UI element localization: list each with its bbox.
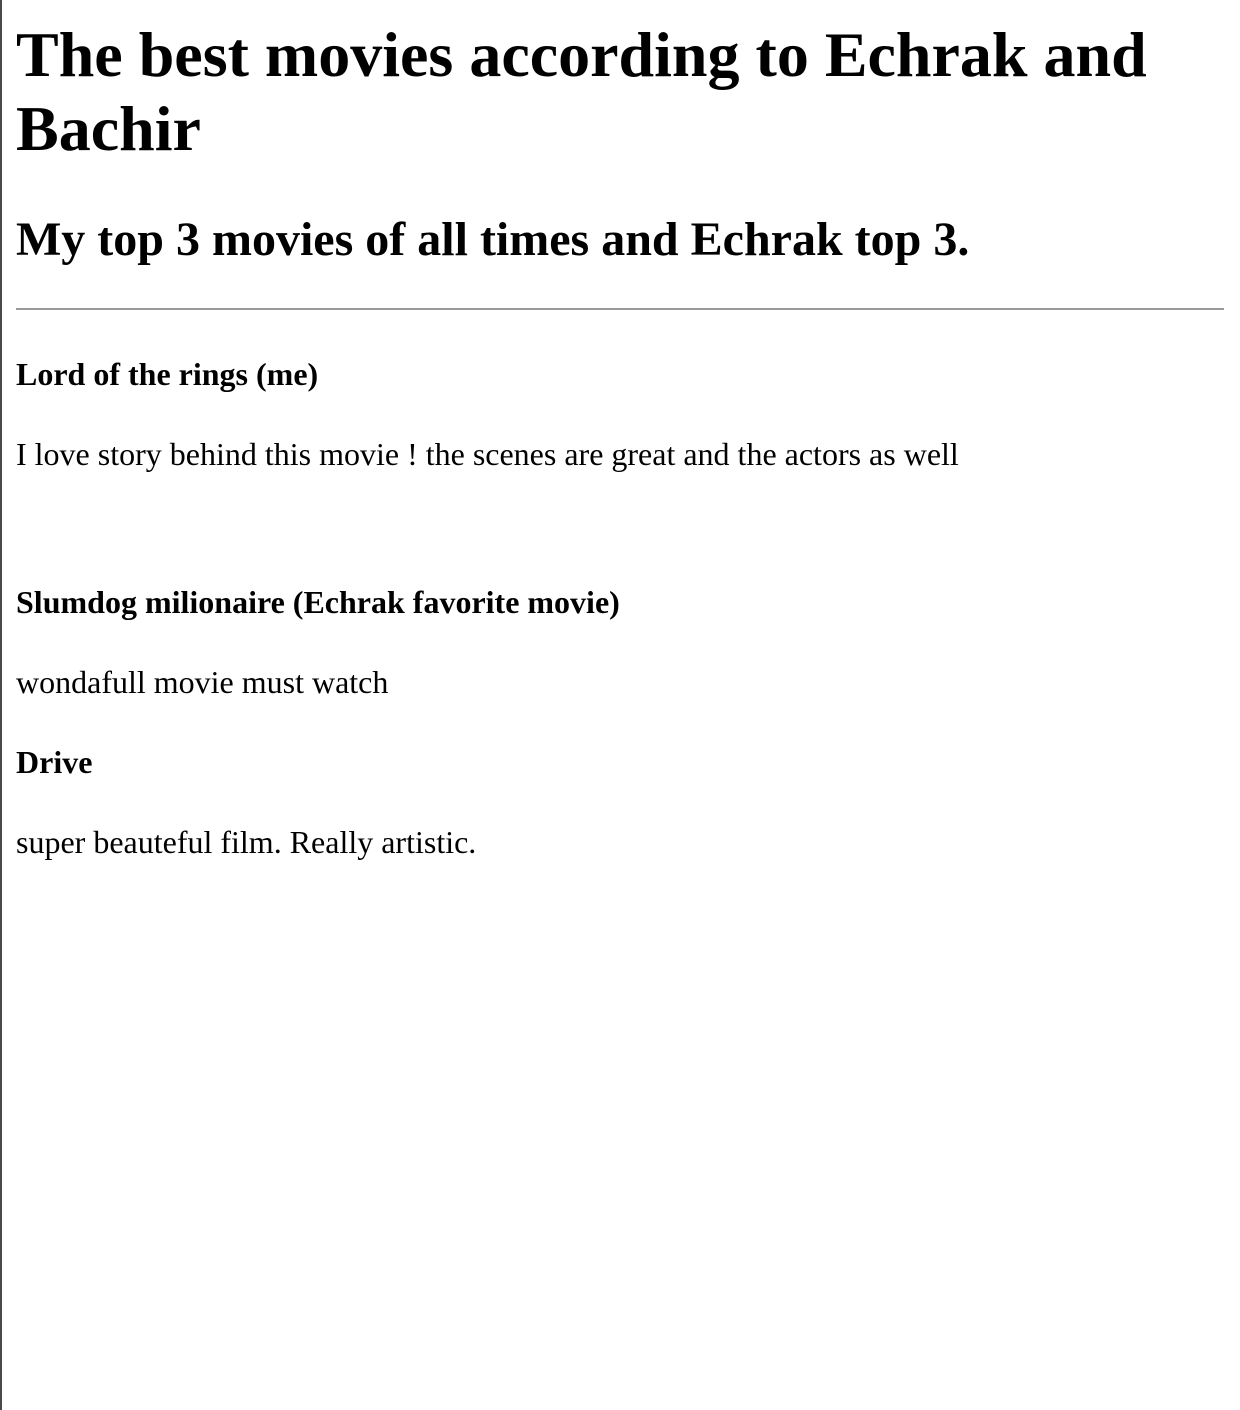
movie-entry-3: Drive super beauteful film. Really artis… — [16, 742, 1224, 862]
movie-entry-1: Lord of the rings (me) I love story behi… — [16, 354, 1224, 474]
movie-entry-2: Slumdog milionaire (Echrak favorite movi… — [16, 582, 1224, 702]
movie-title: Drive — [16, 744, 93, 780]
page-title: The best movies according to Echrak and … — [16, 19, 1147, 164]
movie-title: Lord of the rings (me) — [16, 356, 319, 392]
movie-review: wondafull movie must watch — [16, 664, 389, 700]
movie-review: super beauteful film. Really artistic. — [16, 824, 477, 860]
page-content: The best movies according to Echrak and … — [16, 0, 1224, 862]
movie-review: I love story behind this movie ! the sce… — [16, 436, 959, 472]
page-subtitle: My top 3 movies of all times and Echrak … — [16, 213, 970, 266]
movie-title: Slumdog milionaire (Echrak favorite movi… — [16, 584, 620, 620]
divider — [16, 308, 1224, 310]
